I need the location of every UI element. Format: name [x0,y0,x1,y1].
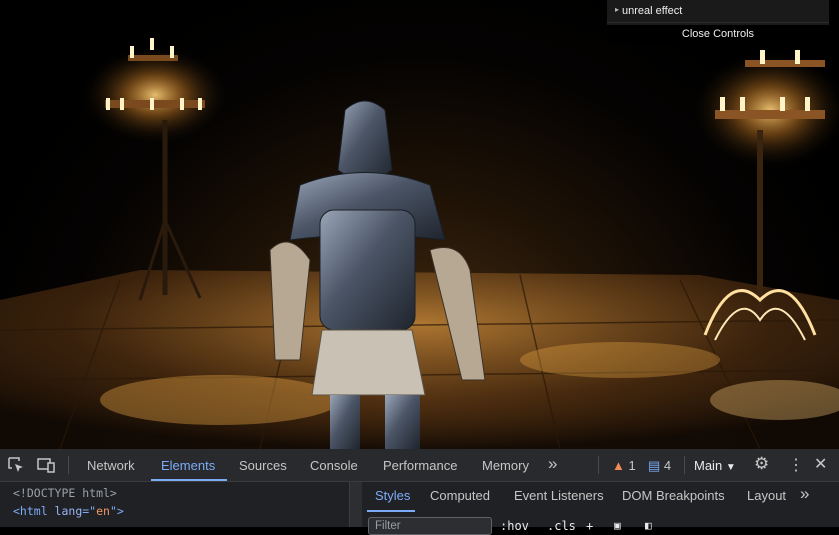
gui-folder-label: unreal effect [622,5,683,17]
gui-folder-unreal-effect[interactable]: ▸ unreal effect [607,0,829,23]
caret-right-icon: ▸ [615,5,620,14]
close-controls-button[interactable]: Close Controls [607,25,829,43]
messages-counter[interactable]: ▤ 4 [648,458,671,474]
more-subtabs-icon[interactable]: » [800,484,809,504]
toggle-sidebar-icon[interactable]: ◧ [645,519,652,532]
context-select-value: Main [694,458,723,473]
kebab-menu-icon[interactable]: ⋮ [788,455,804,475]
tab-elements[interactable]: Elements [161,458,215,473]
tab-memory[interactable]: Memory [482,458,529,473]
devtools-toolbar: Network Elements Sources Console Perform… [0,449,839,482]
gui-controls-panel: ▸ unreal effect Close Controls [607,0,829,43]
warnings-counter[interactable]: ▲ 1 [612,458,636,473]
gear-icon[interactable]: ⚙ [754,454,769,474]
left-candelabra [80,38,230,301]
subtab-computed[interactable]: Computed [430,488,490,503]
toolbar-divider [68,456,69,474]
html-node[interactable]: <html lang="en"> [13,504,124,518]
add-rule-button[interactable]: + [586,519,593,533]
scene-illustration [0,38,839,449]
elements-tree: <!DOCTYPE html> <html lang="en"> [0,482,349,527]
active-subtab-indicator [367,510,415,512]
styles-sidebar: Styles Computed Event Listeners DOM Brea… [362,482,839,535]
styles-filter-input[interactable]: Filter [368,517,492,535]
tab-console[interactable]: Console [310,458,358,473]
tab-network[interactable]: Network [87,458,135,473]
subtab-styles[interactable]: Styles [375,488,410,503]
html-attr-eq: =" [82,504,97,518]
html-attr-value: en [96,504,110,518]
rendering-emulation-icon[interactable]: ▣ [614,519,621,532]
active-tab-indicator [151,479,227,481]
context-select[interactable]: Main ▼ [694,458,736,473]
more-tabs-icon[interactable]: » [548,454,557,474]
subtab-event-listeners[interactable]: Event Listeners [514,488,604,503]
html-attr-name: lang [47,504,83,518]
tab-performance[interactable]: Performance [383,458,457,473]
message-icon: ▤ [648,458,661,473]
warning-icon: ▲ [612,458,625,473]
pane-resizer[interactable] [349,482,362,527]
html-tag-open: <html [13,504,48,518]
subtab-layout[interactable]: Layout [747,488,786,503]
tab-sources[interactable]: Sources [239,458,287,473]
html-tag-close: "> [109,504,124,518]
toolbar-divider [598,456,599,474]
inspect-element-icon[interactable] [6,455,26,475]
webgl-canvas[interactable] [0,0,839,449]
warnings-count: 1 [628,458,636,473]
messages-count: 4 [663,458,672,473]
device-toolbar-icon[interactable] [36,455,56,475]
doctype-node[interactable]: <!DOCTYPE html> [13,486,117,500]
devtools-panel: Network Elements Sources Console Perform… [0,449,839,535]
subtab-dom-breakpoints[interactable]: DOM Breakpoints [622,488,725,503]
chevron-down-icon: ▼ [725,462,736,473]
hov-toggle[interactable]: :hov [500,519,529,533]
toolbar-divider [684,456,685,474]
cls-toggle[interactable]: .cls [547,519,576,533]
close-icon[interactable]: ✕ [814,454,827,474]
